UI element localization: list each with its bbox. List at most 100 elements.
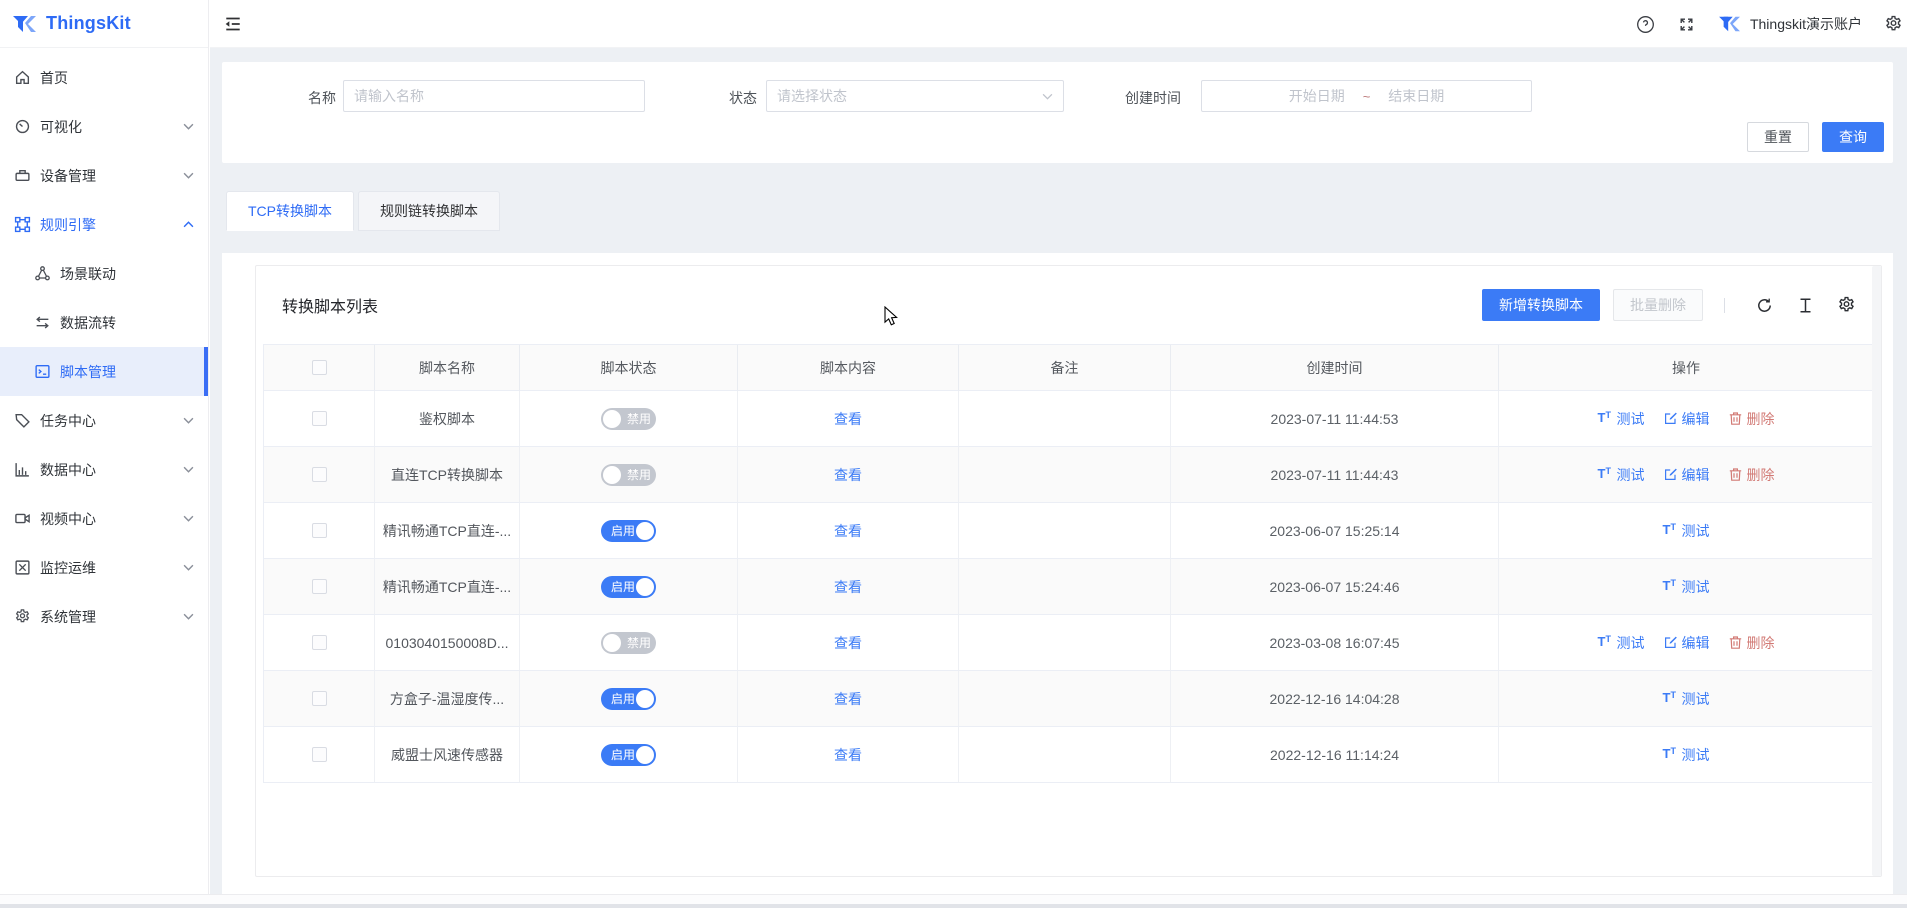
column-header-script-status: 脚本状态 [520, 345, 738, 391]
sidebar-item-script-management[interactable]: 脚本管理 [0, 347, 208, 396]
gear-icon[interactable] [1884, 15, 1903, 34]
edit-action[interactable]: 编辑 [1663, 633, 1710, 653]
add-script-button[interactable]: 新增转换脚本 [1482, 289, 1600, 321]
status-toggle[interactable]: 禁用 [601, 408, 656, 430]
edit-action[interactable]: 编辑 [1663, 465, 1710, 485]
test-action[interactable]: TT 测试 [1663, 577, 1710, 597]
row-checkbox[interactable] [312, 579, 327, 594]
actions-cell: TT 测试 编辑 删除 [1499, 391, 1873, 447]
sidebar-item-devices[interactable]: 设备管理 [0, 151, 208, 200]
toggle-knob [636, 522, 654, 540]
test-icon: TT [1663, 691, 1678, 706]
delete-action[interactable]: 删除 [1728, 465, 1775, 485]
status-toggle[interactable]: 禁用 [601, 464, 656, 486]
column-header-script-content: 脚本内容 [738, 345, 959, 391]
horizontal-scrollbar[interactable] [0, 894, 1907, 908]
test-icon: TT [1663, 523, 1678, 538]
status-toggle[interactable]: 启用 [601, 688, 656, 710]
test-action[interactable]: TT 测试 [1598, 465, 1645, 485]
test-action[interactable]: TT 测试 [1598, 633, 1645, 653]
sidebar-item-data-flow[interactable]: 数据流转 [0, 298, 208, 347]
status-toggle[interactable]: 启用 [601, 744, 656, 766]
card-toolbar: 新增转换脚本 批量删除 [1482, 289, 1867, 321]
tab-bar: TCP转换脚本 规则链转换脚本 [226, 191, 500, 231]
row-checkbox[interactable] [312, 523, 327, 538]
delete-action[interactable]: 删除 [1728, 409, 1775, 429]
status-toggle[interactable]: 启用 [601, 576, 656, 598]
sidebar: ThingsKit 首页 可视化 [0, 0, 209, 894]
search-button[interactable]: 查询 [1822, 122, 1884, 152]
row-checkbox-cell [264, 615, 375, 671]
column-header-actions: 操作 [1499, 345, 1873, 391]
chevron-down-icon [183, 466, 194, 473]
row-checkbox[interactable] [312, 691, 327, 706]
tab-rule-chain-scripts[interactable]: 规则链转换脚本 [358, 191, 500, 231]
column-header-script-name: 脚本名称 [375, 345, 520, 391]
date-range-picker[interactable]: 开始日期 ~ 结束日期 [1201, 80, 1532, 112]
row-checkbox[interactable] [312, 747, 327, 762]
test-action[interactable]: TT 测试 [1663, 745, 1710, 765]
sidebar-item-scene-linkage[interactable]: 场景联动 [0, 249, 208, 298]
view-link[interactable]: 查看 [834, 745, 862, 765]
view-link[interactable]: 查看 [834, 577, 862, 597]
view-link[interactable]: 查看 [834, 689, 862, 709]
view-link[interactable]: 查看 [834, 521, 862, 541]
fullscreen-icon[interactable] [1677, 15, 1696, 34]
sidebar-item-home[interactable]: 首页 [0, 53, 208, 102]
refresh-icon[interactable] [1755, 296, 1774, 315]
tab-tcp-scripts[interactable]: TCP转换脚本 [226, 191, 354, 231]
table-row: 直连TCP转换脚本 禁用 查看 2023-07-11 11:44:43 TT 测… [264, 447, 1873, 503]
status-toggle[interactable]: 启用 [601, 520, 656, 542]
script-status-cell: 禁用 [520, 447, 738, 503]
reset-button[interactable]: 重置 [1747, 122, 1809, 152]
sidebar-item-video-center[interactable]: 视频中心 [0, 494, 208, 543]
test-action[interactable]: TT 测试 [1598, 409, 1645, 429]
edit-action[interactable]: 编辑 [1663, 409, 1710, 429]
row-checkbox[interactable] [312, 411, 327, 426]
account-menu[interactable]: Thingskit演示账户 [1718, 14, 1862, 34]
account-name: Thingskit演示账户 [1750, 14, 1862, 34]
status-filter-label: 状态 [729, 88, 757, 108]
sidebar-item-monitor-ops[interactable]: 监控运维 [0, 543, 208, 592]
name-filter-label: 名称 [308, 88, 336, 108]
vertical-scrollbar[interactable] [1872, 266, 1881, 876]
card-header: 转换脚本列表 新增转换脚本 批量删除 [256, 266, 1881, 344]
sidebar-item-data-center[interactable]: 数据中心 [0, 445, 208, 494]
sidebar-collapse-icon[interactable] [222, 13, 244, 35]
sidebar-item-rule-engine[interactable]: 规则引擎 [0, 200, 208, 249]
end-date-placeholder: 结束日期 [1388, 86, 1444, 106]
view-link[interactable]: 查看 [834, 409, 862, 429]
table-row: 威盟士风速传感器 启用 查看 2022-12-16 11:14:24 TT 测试 [264, 727, 1873, 783]
settings-icon [14, 608, 31, 625]
sidebar-item-system-management[interactable]: 系统管理 [0, 592, 208, 641]
sidebar-item-visualization[interactable]: 可视化 [0, 102, 208, 151]
remark-cell [959, 447, 1171, 503]
view-link[interactable]: 查看 [834, 633, 862, 653]
name-filter-input[interactable] [343, 80, 645, 112]
script-name: 方盒子-温湿度传... [375, 671, 520, 727]
delete-action[interactable]: 删除 [1728, 633, 1775, 653]
script-content-cell: 查看 [738, 503, 959, 559]
script-status-cell: 启用 [520, 503, 738, 559]
toggle-knob [636, 746, 654, 764]
remark-cell [959, 615, 1171, 671]
status-filter-select[interactable]: 请选择状态 [766, 80, 1064, 112]
row-checkbox[interactable] [312, 635, 327, 650]
select-all-checkbox[interactable] [312, 360, 327, 375]
column-header-created-time: 创建时间 [1171, 345, 1499, 391]
actions-cell: TT 测试 [1499, 671, 1873, 727]
help-icon[interactable] [1636, 15, 1655, 34]
script-status-cell: 启用 [520, 727, 738, 783]
logo[interactable]: ThingsKit [0, 0, 208, 48]
edit-icon [1663, 411, 1678, 426]
row-height-icon[interactable] [1796, 296, 1815, 315]
batch-delete-button[interactable]: 批量删除 [1613, 289, 1703, 321]
filter-card: 名称 状态 请选择状态 创建时间 开始日期 ~ 结束日期 重置 查询 [222, 62, 1893, 163]
status-toggle[interactable]: 禁用 [601, 632, 656, 654]
sidebar-item-task-center[interactable]: 任务中心 [0, 396, 208, 445]
test-action[interactable]: TT 测试 [1663, 689, 1710, 709]
view-link[interactable]: 查看 [834, 465, 862, 485]
row-checkbox[interactable] [312, 467, 327, 482]
test-action[interactable]: TT 测试 [1663, 521, 1710, 541]
column-settings-icon[interactable] [1837, 296, 1856, 315]
